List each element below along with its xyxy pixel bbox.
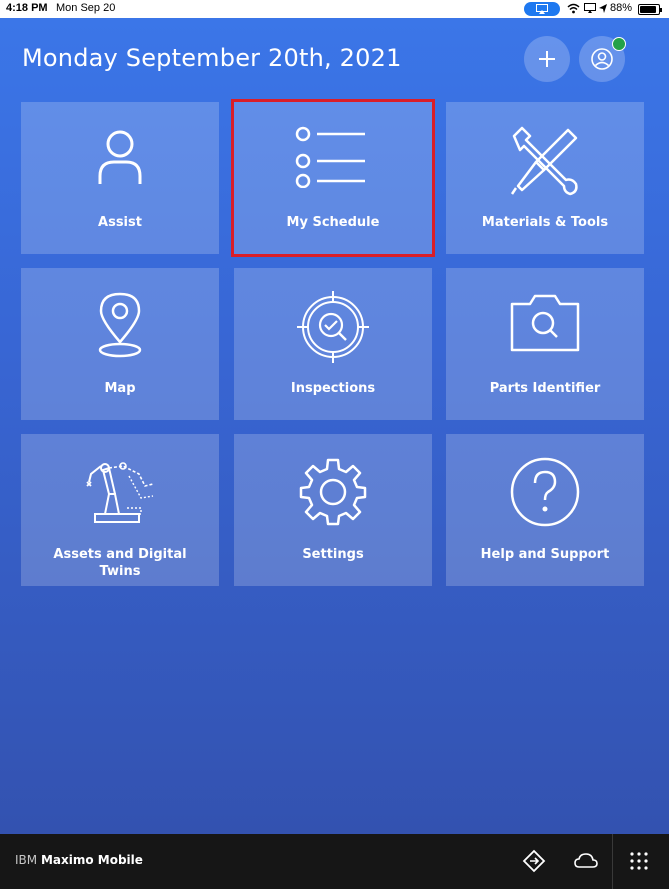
status-date: Mon Sep 20 — [56, 2, 116, 14]
tile-help-support[interactable]: Help and Support — [446, 434, 644, 586]
add-button[interactable] — [524, 36, 570, 82]
map-pin-icon — [98, 292, 142, 358]
tile-label: Inspections — [290, 381, 376, 396]
online-status-dot — [612, 37, 626, 51]
tile-label: Map — [104, 381, 136, 396]
tile-assist[interactable]: Assist — [21, 102, 219, 254]
tile-label: Assist — [98, 215, 142, 230]
battery-percent: 88% — [610, 2, 633, 14]
tile-inspections[interactable]: Inspections — [234, 268, 432, 420]
navigation-diamond-icon[interactable] — [521, 848, 547, 874]
list-icon — [295, 126, 365, 188]
tile-materials-tools[interactable]: Materials & Tools — [446, 102, 644, 254]
app-brand: IBM Maximo Mobile — [15, 853, 143, 867]
cloud-icon[interactable] — [573, 848, 599, 874]
tile-label: Assets and Digital Twins — [53, 547, 187, 579]
screen-icon — [584, 3, 596, 13]
home-screen: Monday September 20th, 2021 Assist My Sc… — [0, 18, 669, 834]
tile-my-schedule[interactable]: My Schedule — [231, 99, 435, 257]
location-arrow-icon — [599, 4, 607, 13]
status-bar: 4:18 PM Mon Sep 20 88% — [0, 0, 669, 18]
person-icon — [98, 130, 142, 184]
tile-map[interactable]: Map — [21, 268, 219, 420]
plus-icon — [539, 51, 555, 67]
tile-label: Help and Support — [480, 547, 610, 562]
brand-prefix: IBM — [15, 853, 38, 867]
inspection-target-icon — [297, 291, 369, 363]
app-switcher-grid-icon[interactable] — [626, 848, 652, 874]
tile-label: Settings — [302, 547, 364, 562]
tile-label: My Schedule — [286, 215, 380, 230]
help-icon — [510, 457, 580, 527]
page-title: Monday September 20th, 2021 — [22, 44, 402, 72]
camera-search-icon — [510, 294, 580, 352]
divider — [612, 834, 613, 889]
tile-label: Parts Identifier — [489, 381, 601, 396]
brand-name: Maximo Mobile — [40, 853, 143, 867]
robot-arm-icon — [86, 462, 154, 523]
user-avatar-icon — [591, 48, 613, 70]
status-time: 4:18 PM — [6, 2, 48, 14]
tile-parts-identifier[interactable]: Parts Identifier — [446, 268, 644, 420]
tile-label: Materials & Tools — [481, 215, 609, 230]
tile-settings[interactable]: Settings — [234, 434, 432, 586]
tile-assets-digital-twins[interactable]: Assets and Digital Twins — [21, 434, 219, 586]
battery-icon — [638, 4, 662, 15]
gear-icon — [299, 458, 367, 526]
tools-icon — [510, 126, 578, 196]
wifi-icon — [567, 3, 580, 14]
screen-mirroring-icon — [524, 2, 560, 16]
bottom-bar: IBM Maximo Mobile — [0, 834, 669, 889]
